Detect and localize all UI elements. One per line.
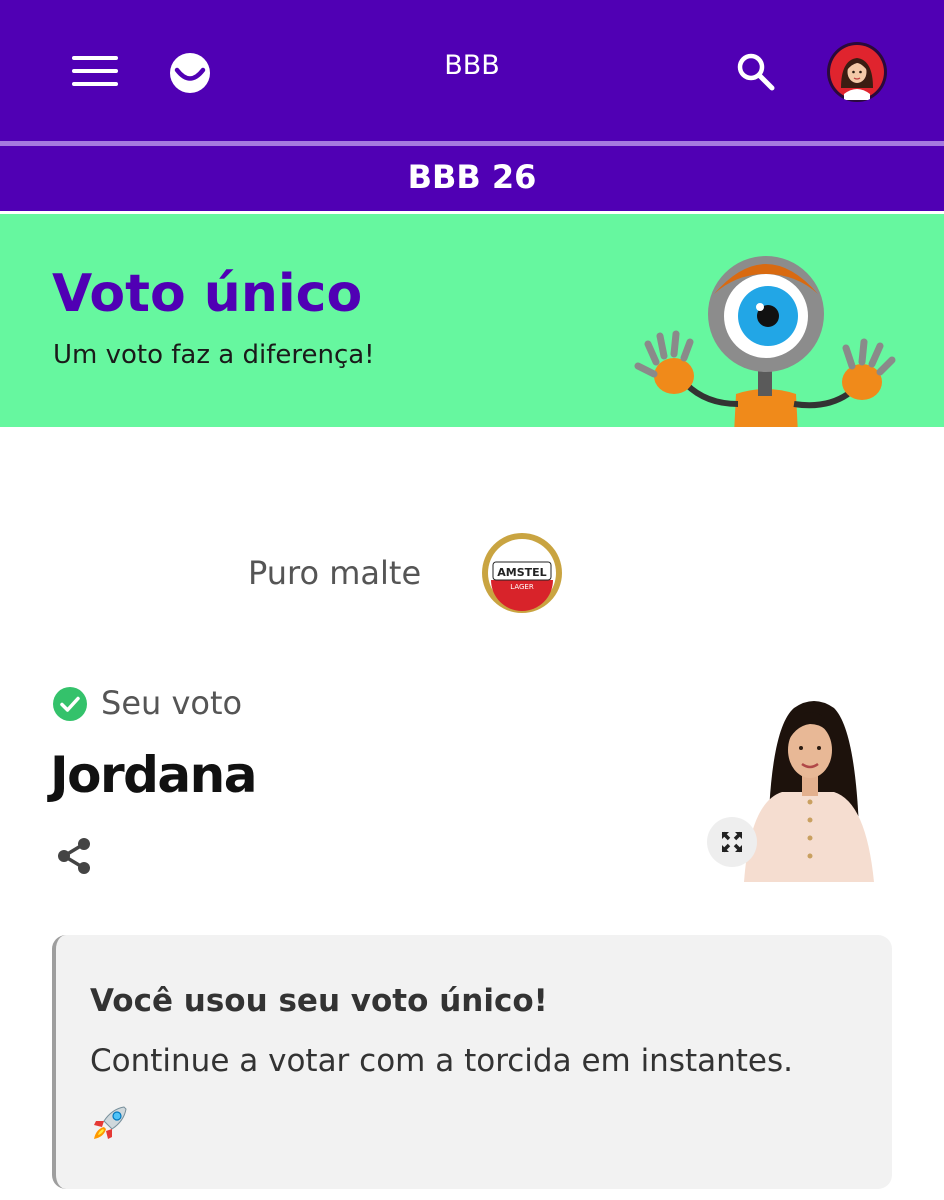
- vote-confirmation-card: Você usou seu voto único! Continue a vot…: [52, 935, 892, 1189]
- menu-button[interactable]: [72, 54, 120, 90]
- confirmation-title: Você usou seu voto único!: [90, 983, 548, 1019]
- search-icon[interactable]: [734, 50, 778, 94]
- smile-logo-icon[interactable]: [168, 51, 212, 95]
- section-title: BBB 26: [407, 158, 537, 196]
- section-bar: BBB 26: [0, 146, 944, 211]
- check-circle-icon: [53, 687, 87, 721]
- menu-icon-bar: [72, 82, 118, 86]
- banner-subtitle: Um voto faz a diferença!: [53, 340, 375, 370]
- menu-icon-bar: [72, 69, 118, 73]
- top-app-bar: BBB: [0, 0, 944, 141]
- big-eye-mascot: [634, 256, 896, 427]
- vote-banner: Voto único Um voto faz a diferença!: [0, 214, 944, 427]
- sponsor-tagline: Puro malte: [248, 554, 422, 592]
- banner-title: Voto único: [52, 264, 363, 324]
- vote-label: Seu voto: [101, 684, 243, 722]
- confirmation-body: Continue a votar com a torcida em instan…: [90, 1043, 794, 1079]
- expand-photo-button[interactable]: [707, 817, 757, 867]
- sponsor-logo-text: AMSTEL: [497, 566, 546, 579]
- menu-icon-bar: [72, 56, 118, 60]
- share-icon[interactable]: [54, 836, 94, 876]
- user-avatar[interactable]: [827, 42, 887, 102]
- sponsor-logo: AMSTEL LAGER: [482, 533, 562, 613]
- rocket-emoji: [94, 1106, 127, 1139]
- expand-icon: [721, 831, 743, 853]
- avatar-image: [830, 45, 884, 100]
- app-title: BBB: [444, 50, 500, 81]
- sponsor-logo-subtext: LAGER: [510, 583, 534, 591]
- candidate-name: Jordana: [50, 746, 257, 804]
